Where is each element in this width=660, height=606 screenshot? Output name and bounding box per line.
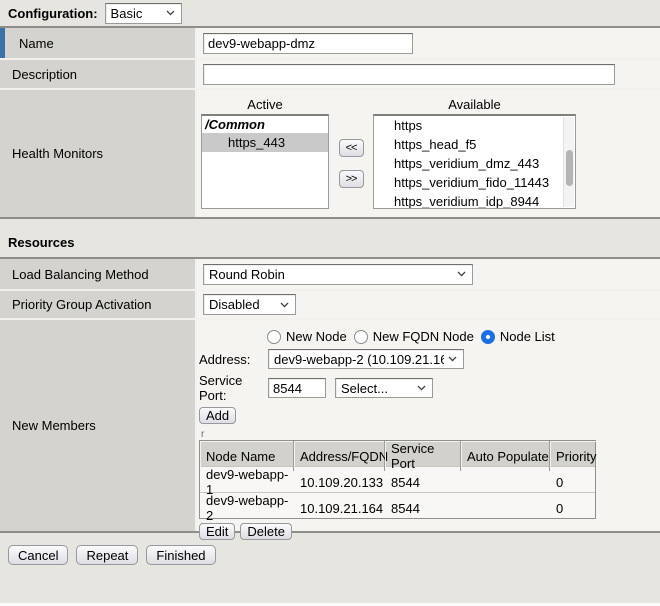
add-button-row: Add (199, 407, 660, 424)
address-label: Address: (199, 352, 268, 367)
service-port-select-value: Select... (341, 381, 413, 396)
service-port-label: Service Port: (199, 373, 268, 403)
members-table-buttons: Edit Delete (199, 523, 660, 540)
scrollbar-thumb[interactable] (566, 150, 573, 186)
radio-selected-icon[interactable] (481, 330, 495, 344)
table-row[interactable]: dev9-webapp-2 10.109.21.164 8544 0 (200, 492, 595, 518)
stray-glyph: r (201, 431, 660, 439)
available-monitors-listbox[interactable]: https https_head_f5 https_veridium_dmz_4… (373, 114, 576, 209)
chevron-down-icon (448, 356, 457, 362)
new-members-row-label: New Members (0, 320, 197, 531)
available-monitors-column: Available https https_head_f5 https_veri… (373, 97, 576, 209)
name-row-label: Name (0, 28, 197, 58)
general-properties-table: Name Description Health Monitors Active … (0, 26, 660, 219)
load-balancing-select[interactable]: Round Robin (203, 264, 473, 285)
resources-section-header: Resources (8, 235, 660, 251)
configuration-bar: Configuration: Basic (0, 0, 660, 26)
description-row-label: Description (0, 60, 197, 88)
description-row: Description (0, 58, 660, 88)
repeat-button[interactable]: Repeat (76, 545, 138, 565)
cell-node-name: dev9-webapp-2 (200, 493, 294, 523)
chevron-down-icon (166, 10, 175, 16)
load-balancing-row: Load Balancing Method Round Robin (0, 259, 660, 289)
move-to-available-button[interactable]: >> (339, 170, 364, 188)
add-button[interactable]: Add (199, 407, 236, 424)
active-monitors-listbox[interactable]: /Common https_443 (201, 114, 329, 209)
name-row: Name (0, 28, 660, 58)
node-type-radio-group: New Node New FQDN Node Node List (267, 329, 660, 344)
required-marker (0, 28, 5, 58)
table-row[interactable]: dev9-webapp-1 10.109.20.133 8544 0 (200, 466, 595, 492)
load-balancing-select-value: Round Robin (209, 267, 453, 282)
scrollbar-track[interactable] (563, 117, 574, 207)
priority-group-select[interactable]: Disabled (203, 294, 296, 315)
address-select-value: dev9-webapp-2 (10.109.21.164) (274, 352, 444, 367)
chevron-down-icon (280, 302, 289, 308)
priority-group-row: Priority Group Activation Disabled (0, 289, 660, 318)
service-port-field-row: Service Port: Select... (199, 373, 660, 403)
cell-auto-populate (461, 493, 550, 523)
monitor-move-buttons: << >> (329, 97, 373, 209)
radio-option-node-list[interactable]: Node List (481, 329, 555, 344)
chevron-down-icon (457, 271, 466, 277)
available-monitor-item[interactable]: https (374, 116, 575, 135)
available-monitor-item[interactable]: https_head_f5 (374, 135, 575, 154)
move-to-active-button[interactable]: << (339, 139, 364, 157)
finished-button[interactable]: Finished (146, 545, 215, 565)
health-monitors-row: Health Monitors Active /Common https_443… (0, 88, 660, 217)
radio-icon[interactable] (267, 330, 281, 344)
service-port-input[interactable] (268, 378, 326, 398)
form-action-buttons: Cancel Repeat Finished (8, 545, 660, 565)
load-balancing-row-label: Load Balancing Method (0, 259, 197, 289)
members-table: Node Name Address/FQDN Service Port Auto… (199, 440, 596, 519)
configuration-select[interactable]: Basic (105, 3, 182, 24)
new-members-row: New Members New Node New FQDN Node Node … (0, 318, 660, 531)
delete-button[interactable]: Delete (240, 523, 292, 540)
radio-option-new-node[interactable]: New Node (267, 329, 347, 344)
members-table-header: Node Name Address/FQDN Service Port Auto… (200, 441, 595, 466)
available-monitor-item[interactable]: https_veridium_dmz_443 (374, 154, 575, 173)
active-list-header: Active (201, 97, 329, 114)
description-input[interactable] (203, 64, 615, 85)
active-monitor-item[interactable]: https_443 (202, 133, 328, 152)
partition-group-label: /Common (202, 116, 328, 133)
edit-button[interactable]: Edit (199, 523, 235, 540)
cancel-button[interactable]: Cancel (8, 545, 68, 565)
radio-icon[interactable] (354, 330, 368, 344)
configuration-label: Configuration: (8, 6, 98, 21)
cell-service-port: 8544 (385, 493, 461, 523)
available-monitor-item[interactable]: https_veridium_idp_8944 (374, 192, 575, 209)
cell-priority: 0 (550, 493, 595, 523)
configuration-select-value: Basic (111, 6, 162, 21)
priority-group-row-label: Priority Group Activation (0, 291, 197, 318)
address-select[interactable]: dev9-webapp-2 (10.109.21.164) (268, 349, 464, 369)
active-monitors-column: Active /Common https_443 (201, 97, 329, 209)
resources-table: Load Balancing Method Round Robin Priori… (0, 257, 660, 533)
available-monitor-item[interactable]: https_veridium_fido_11443 (374, 173, 575, 192)
cell-address: 10.109.21.164 (294, 493, 385, 523)
available-list-header: Available (373, 97, 576, 114)
address-field-row: Address: dev9-webapp-2 (10.109.21.164) (199, 349, 660, 369)
chevron-down-icon (417, 385, 426, 391)
health-monitors-row-label: Health Monitors (0, 90, 197, 217)
radio-option-new-fqdn-node[interactable]: New FQDN Node (354, 329, 474, 344)
service-port-select[interactable]: Select... (335, 378, 433, 398)
name-input[interactable] (203, 33, 413, 54)
priority-group-select-value: Disabled (209, 297, 276, 312)
